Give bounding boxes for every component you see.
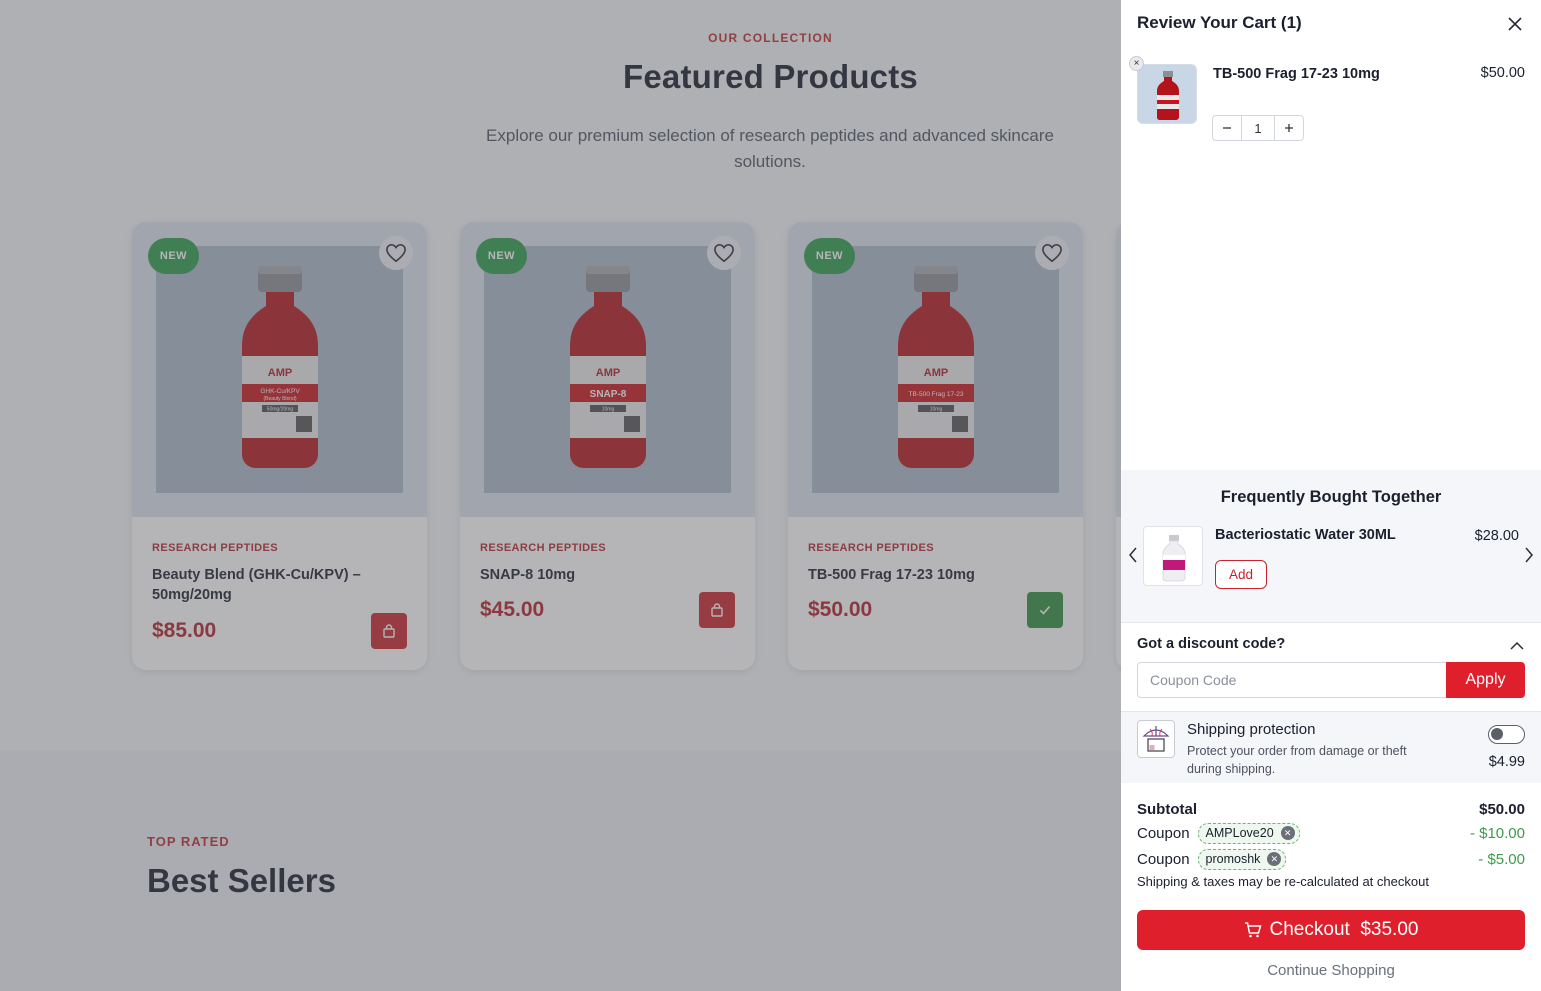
close-icon: [1508, 17, 1522, 31]
fbt-add-button[interactable]: Add: [1215, 560, 1267, 589]
continue-shopping-link[interactable]: Continue Shopping: [1121, 962, 1541, 979]
subtotal-value: $50.00: [1479, 800, 1525, 818]
package-umbrella-icon: [1137, 720, 1175, 758]
coupon-row: Coupon promoshk ✕ - $5.00: [1137, 848, 1525, 870]
shipping-protection-description: Protect your order from damage or theft …: [1187, 744, 1407, 776]
cart-item-image: [1137, 64, 1197, 124]
fbt-title: Frequently Bought Together: [1220, 488, 1442, 506]
shipping-protection: Shipping protection Protect your order f…: [1121, 711, 1541, 783]
coupon-row-left: Coupon AMPLove20 ✕: [1137, 822, 1300, 844]
toggle-knob: [1491, 728, 1503, 740]
coupon-label: Coupon: [1137, 850, 1190, 868]
remove-coupon-button[interactable]: ✕: [1280, 826, 1295, 840]
fbt-item-price: $28.00: [1474, 528, 1519, 544]
coupon-code: AMPLove20: [1205, 826, 1274, 840]
fbt-item-name[interactable]: Bacteriostatic Water 30ML: [1215, 527, 1396, 543]
decrease-quantity-button[interactable]: [1213, 116, 1241, 140]
coupon-amount: - $10.00: [1469, 824, 1525, 842]
fbt-prev-button[interactable]: [1126, 546, 1140, 564]
plus-icon: [1285, 124, 1293, 132]
chevron-up-icon: [1510, 641, 1524, 650]
coupon-row: Coupon AMPLove20 ✕ - $10.00: [1137, 822, 1525, 844]
cart-item-name[interactable]: TB-500 Frag 17-23 10mg: [1213, 64, 1383, 85]
subtotal-row: Subtotal $50.00: [1137, 799, 1525, 819]
coupon-row-left: Coupon promoshk ✕: [1137, 848, 1287, 870]
chevron-left-icon: [1129, 547, 1137, 563]
subtotal-label: Subtotal: [1137, 800, 1197, 818]
cart-drawer: Review Your Cart (1) × TB-500 Frag 17-23…: [1121, 0, 1541, 991]
cart-icon: [1244, 922, 1262, 938]
checkout-button[interactable]: Checkout $35.00: [1137, 910, 1525, 950]
increase-quantity-button[interactable]: [1275, 116, 1303, 140]
fbt-item-image: [1143, 526, 1203, 586]
shipping-protection-toggle[interactable]: [1488, 725, 1525, 744]
quantity-value[interactable]: 1: [1241, 116, 1275, 140]
minus-icon: [1223, 127, 1231, 129]
shipping-protection-title: Shipping protection: [1187, 721, 1316, 738]
frequently-bought-together: Frequently Bought Together Bacteriostati…: [1121, 470, 1541, 623]
checkout-label: Checkout $35.00: [1269, 919, 1419, 940]
chevron-right-icon: [1525, 547, 1533, 563]
coupon-label: Coupon: [1137, 824, 1190, 842]
cart-title: Review Your Cart (1): [1137, 13, 1302, 32]
coupon-code: promoshk: [1205, 852, 1261, 866]
shipping-tax-note: Shipping & taxes may be re-calculated at…: [1137, 874, 1429, 889]
close-cart-button[interactable]: [1504, 13, 1526, 35]
drawer-backdrop[interactable]: [0, 0, 1121, 991]
discount-collapse-button[interactable]: [1509, 637, 1525, 653]
discount-heading[interactable]: Got a discount code?: [1137, 636, 1285, 652]
cart-item-price: $50.00: [1480, 65, 1525, 81]
fbt-next-button[interactable]: [1522, 546, 1536, 564]
coupon-tag: promoshk ✕: [1197, 848, 1287, 870]
vial-thumb-icon: [1157, 71, 1179, 120]
coupon-code-input[interactable]: [1137, 662, 1447, 698]
quantity-stepper: 1: [1212, 115, 1304, 141]
water-vial-icon: [1162, 535, 1186, 582]
coupon-tag: AMPLove20 ✕: [1197, 822, 1300, 844]
coupon-amount: - $5.00: [1478, 850, 1525, 868]
remove-item-button[interactable]: ×: [1129, 56, 1144, 71]
shipping-protection-price: $4.99: [1488, 754, 1525, 770]
apply-coupon-button[interactable]: Apply: [1446, 662, 1525, 698]
remove-coupon-button[interactable]: ✕: [1267, 852, 1282, 866]
